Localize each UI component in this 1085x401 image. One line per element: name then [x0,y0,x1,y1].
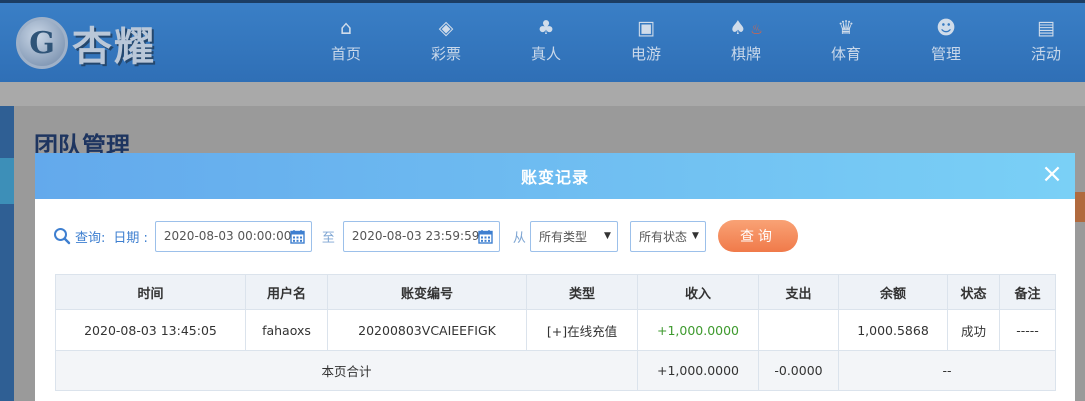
main-nav: ⌂ 首页 ◈ 彩票 ♣ 真人 ▣ 电游 ♠ ♨ 棋牌 ♛ 体育 ☻ 管理 ▤ 活动 [296,15,1085,64]
column-header[interactable]: 备注 [999,274,1056,310]
type-select[interactable]: 所有类型 ▼ [529,220,618,252]
column-header[interactable]: 账变编号 [327,274,527,310]
nav-item-live[interactable]: ♣ 真人 [496,15,596,64]
query-label: 查询: [75,230,106,246]
table-header-row: 时间 用户名 账变编号 类型 收入 支出 余额 状态 备注 [55,274,1056,310]
slot-icon: ▣ [637,17,655,39]
from-label: 从 [512,230,526,246]
cell-username: fahaoxs [245,309,328,351]
sub-bar [0,82,1085,106]
sidebar-active-segment [0,158,14,204]
cell-status: 成功 [947,309,1000,351]
trophy-icon: ♛ [837,17,855,39]
top-navigation-bar: G 杏耀 ⌂ 首页 ◈ 彩票 ♣ 真人 ▣ 电游 ♠ ♨ 棋牌 ♛ 体育 ☻ 管理 [0,0,1085,82]
column-header[interactable]: 用户名 [245,274,328,310]
summary-balance: -- [838,350,1056,391]
status-select-value: 所有状态 [638,229,687,244]
cell-time: 2020-08-03 13:45:05 [55,309,246,351]
close-icon[interactable]: × [1039,161,1065,188]
nav-item-slots[interactable]: ▣ 电游 [596,15,696,64]
cell-expense [758,309,839,351]
nav-label: 真人 [530,45,561,63]
chevron-down-icon: ▼ [692,230,699,241]
nav-item-promotions[interactable]: ▤ 活动 [996,15,1085,64]
nav-item-manage[interactable]: ☻ 管理 [896,15,996,64]
modal-header: 账变记录 × [35,153,1075,199]
cell-income: +1,000.0000 [637,309,759,351]
account-records-modal: 账变记录 × 查询: 日期 : 2020-08-03 00:00:00 至 20 [35,153,1075,401]
nav-label: 电游 [630,45,661,63]
nav-label: 首页 [330,45,361,63]
column-header[interactable]: 支出 [758,274,839,310]
nav-label: 棋牌 [730,45,761,63]
nav-label: 管理 [930,45,961,63]
date-label: 日期 : [113,230,148,246]
column-header[interactable]: 类型 [526,274,638,310]
chevron-down-icon: ▼ [604,230,611,241]
calendar-icon[interactable] [478,229,493,244]
nav-label: 体育 [830,45,861,63]
nav-item-sports[interactable]: ♛ 体育 [796,15,896,64]
type-select-value: 所有类型 [538,229,587,244]
cell-note: ----- [999,309,1056,351]
status-select[interactable]: 所有状态 ▼ [629,220,706,252]
lottery-icon: ◈ [438,17,454,39]
column-header[interactable]: 余额 [838,274,948,310]
live-dealer-icon: ♣ [537,17,555,39]
end-date-value: 2020-08-03 23:59:59 [351,229,480,243]
right-edge-tab [1075,192,1085,222]
nav-item-cards[interactable]: ♠ ♨ 棋牌 [696,15,796,64]
start-date-input[interactable]: 2020-08-03 00:00:00 [154,220,312,252]
summary-row: 本页合计 +1,000.0000 -0.0000 -- [55,350,1056,391]
records-table: 时间 用户名 账变编号 类型 收入 支出 余额 状态 备注 2020-08-03… [55,274,1056,391]
home-icon: ⌂ [339,17,353,39]
brand-logo[interactable]: G 杏耀 [16,11,156,75]
column-header[interactable]: 收入 [637,274,759,310]
start-date-value: 2020-08-03 00:00:00 [163,229,292,243]
modal-title: 账变记录 [520,168,589,187]
summary-label: 本页合计 [55,350,638,391]
cell-type: [+]在线充值 [526,309,638,351]
logo-mark-icon: G [16,17,68,69]
cards-icon: ♠ ♨ [729,17,763,39]
logo-text: 杏耀 [72,24,156,70]
nav-item-lottery[interactable]: ◈ 彩票 [396,15,496,64]
summary-income: +1,000.0000 [637,350,759,391]
gift-icon: ▤ [1037,17,1055,39]
end-date-input[interactable]: 2020-08-03 23:59:59 [342,220,500,252]
nav-label: 彩票 [430,45,461,63]
users-icon: ☻ [936,17,956,39]
column-header[interactable]: 时间 [55,274,246,310]
nav-label: 活动 [1030,45,1061,63]
nav-item-home[interactable]: ⌂ 首页 [296,15,396,64]
column-header[interactable]: 状态 [947,274,1000,310]
cell-balance: 1,000.5868 [838,309,948,351]
query-button[interactable]: 查询 [717,220,798,252]
sidebar [0,106,14,401]
table-row[interactable]: 2020-08-03 13:45:05 fahaoxs 20200803VCAI… [55,309,1056,351]
cell-txn-id: 20200803VCAIEEFIGK [327,309,527,351]
calendar-icon[interactable] [290,229,305,244]
summary-expense: -0.0000 [758,350,839,391]
range-separator: 至 [321,230,335,246]
query-bar: 查询: 日期 : 2020-08-03 00:00:00 至 2020-08-0… [53,220,798,252]
search-icon [53,227,71,245]
fire-badge-icon: ♨ [750,22,763,38]
